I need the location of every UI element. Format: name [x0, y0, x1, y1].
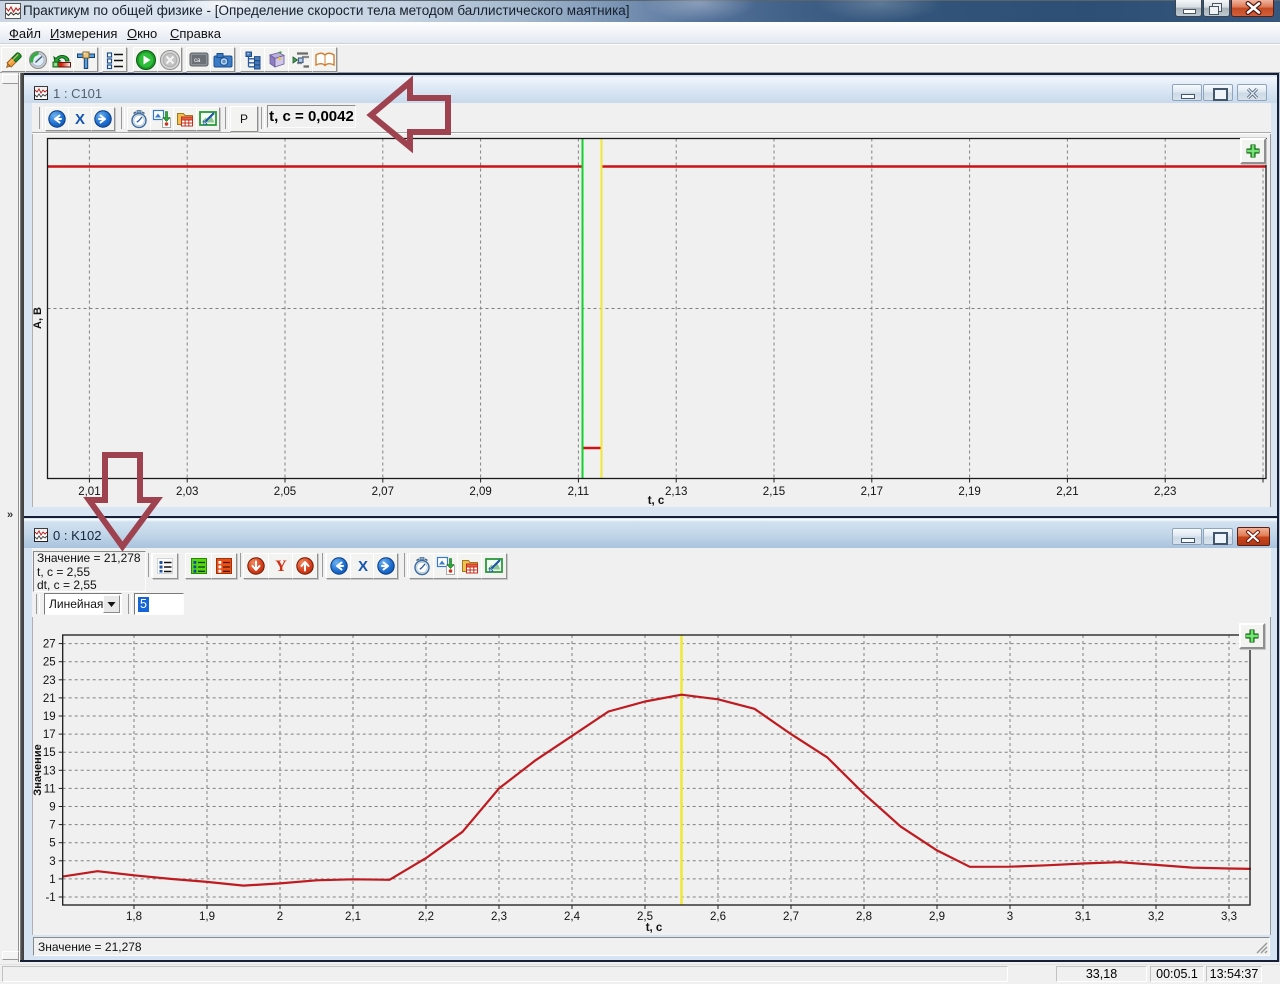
svg-text:2: 2 [277, 911, 283, 923]
svg-text:13: 13 [43, 765, 56, 777]
svg-text:2,23: 2,23 [1154, 486, 1176, 498]
svg-text:19: 19 [43, 711, 56, 723]
svg-text:2,7: 2,7 [783, 911, 799, 923]
svg-text:11: 11 [44, 783, 56, 795]
svg-text:3: 3 [49, 856, 55, 868]
svg-text:X: X [357, 558, 367, 575]
svg-text:27: 27 [43, 639, 56, 651]
svg-text:2,21: 2,21 [1056, 486, 1078, 498]
svg-text:ca: ca [194, 58, 201, 64]
svg-text:2,8: 2,8 [856, 911, 872, 923]
svg-text:2,1: 2,1 [345, 911, 361, 923]
svg-text:2,19: 2,19 [958, 486, 980, 498]
svg-text:2,4: 2,4 [564, 911, 581, 923]
svg-text:Y: Y [275, 558, 287, 575]
svg-text:9: 9 [49, 802, 55, 814]
svg-text:3,3: 3,3 [1221, 911, 1237, 923]
svg-text:2,07: 2,07 [372, 486, 394, 498]
svg-text:3,1: 3,1 [1075, 911, 1091, 923]
svg-text:2,09: 2,09 [469, 486, 491, 498]
svg-text:2,2: 2,2 [418, 911, 434, 923]
svg-text:Значение: Значение [32, 744, 44, 795]
svg-text:23: 23 [43, 675, 56, 687]
svg-text:2,05: 2,05 [274, 486, 296, 498]
svg-text:25: 25 [43, 657, 56, 669]
svg-text:2,03: 2,03 [176, 486, 198, 498]
svg-text:2,11: 2,11 [568, 486, 590, 498]
svg-text:21: 21 [43, 693, 56, 705]
svg-text:t, c: t, c [648, 495, 665, 507]
svg-text:А, В: А, В [32, 307, 44, 329]
svg-text:2,9: 2,9 [929, 911, 945, 923]
svg-text:2,3: 2,3 [491, 911, 507, 923]
svg-text:1: 1 [49, 874, 55, 886]
svg-text:1,9: 1,9 [199, 911, 215, 923]
svg-text:2,15: 2,15 [763, 486, 785, 498]
svg-text:-1: -1 [45, 892, 55, 904]
svg-text:3: 3 [1007, 911, 1013, 923]
svg-text:15: 15 [43, 747, 56, 759]
svg-text:1,8: 1,8 [126, 911, 142, 923]
svg-text:t, c: t, c [646, 922, 663, 934]
svg-text:17: 17 [43, 729, 56, 741]
svg-text:X: X [75, 111, 85, 128]
svg-text:2,6: 2,6 [710, 911, 726, 923]
svg-text:7: 7 [49, 820, 55, 832]
svg-text:2,17: 2,17 [861, 486, 883, 498]
svg-text:5: 5 [49, 838, 55, 850]
svg-text:2,13: 2,13 [665, 486, 687, 498]
svg-text:3,2: 3,2 [1148, 911, 1164, 923]
